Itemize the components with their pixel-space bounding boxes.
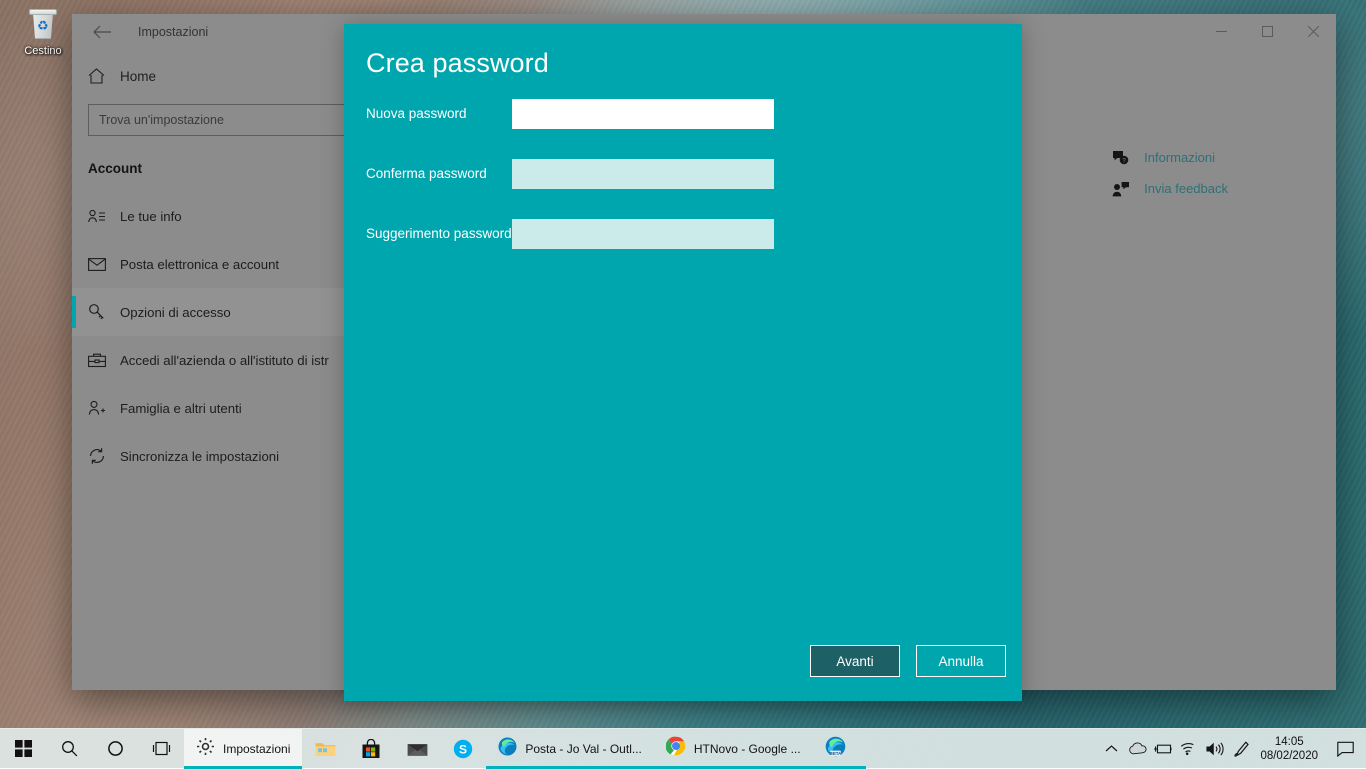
create-password-dialog: Crea password Nuova password Conferma pa…: [344, 24, 1022, 701]
window-title: Impostazioni: [138, 25, 208, 39]
wifi-icon[interactable]: [1176, 729, 1202, 769]
cortana-circle-icon[interactable]: [92, 729, 138, 769]
sidebar-item-sync-settings[interactable]: Sincronizza le impostazioni: [72, 432, 372, 480]
key-icon: [88, 303, 120, 321]
help-panel: ? Informazioni Invia feedback: [1112, 142, 1228, 204]
sidebar-item-family-other-users[interactable]: Famiglia e altri utenti: [72, 384, 372, 432]
pen-ink-icon[interactable]: [1228, 729, 1254, 769]
sidebar-section-title: Account: [72, 136, 372, 180]
sidebar-item-label: Le tue info: [120, 209, 182, 224]
desktop-icon-recycle-bin[interactable]: ♻ Cestino: [8, 6, 78, 57]
taskbar: Impostazioni S: [0, 728, 1366, 768]
help-link-informazioni[interactable]: ? Informazioni: [1112, 142, 1228, 173]
notification-icon[interactable]: [1328, 729, 1362, 769]
back-arrow-icon[interactable]: [80, 16, 124, 48]
cancel-button[interactable]: Annulla: [916, 645, 1006, 677]
taskbar-pin-file-explorer[interactable]: [302, 729, 348, 769]
svg-text:BETA: BETA: [829, 750, 841, 755]
taskbar-app-label: Posta - Jo Val - Outl...: [525, 742, 641, 756]
edge-icon: [498, 737, 517, 761]
gear-icon: [196, 737, 215, 761]
taskbar-pin-mail[interactable]: [394, 729, 440, 769]
close-icon[interactable]: [1290, 14, 1336, 48]
confirm-password-label: Conferma password: [366, 159, 512, 184]
field-row-password-hint: Suggerimento password: [366, 219, 1006, 249]
new-password-input[interactable]: [512, 99, 774, 129]
sidebar-home-label: Home: [120, 69, 156, 84]
sidebar-item-home[interactable]: Home: [72, 56, 372, 96]
minimize-icon[interactable]: [1198, 14, 1244, 48]
onedrive-cloud-icon[interactable]: [1124, 729, 1150, 769]
dialog-title: Crea password: [366, 48, 549, 79]
recycle-bin-icon: ♻: [26, 8, 60, 42]
password-hint-label: Suggerimento password: [366, 219, 512, 244]
sidebar-item-label: Accedi all'azienda o all'istituto di ist…: [120, 353, 329, 368]
sidebar-item-label: Posta elettronica e account: [120, 257, 279, 272]
help-link-invia-feedback[interactable]: Invia feedback: [1112, 173, 1228, 204]
clock-time: 14:05: [1260, 735, 1318, 749]
confirm-password-input[interactable]: [512, 159, 774, 189]
dialog-buttons: Avanti Annulla: [810, 645, 1006, 677]
battery-icon[interactable]: [1150, 729, 1176, 769]
chrome-icon: [666, 736, 686, 761]
taskbar-pin-microsoft-store[interactable]: [348, 729, 394, 769]
taskbar-app-impostazioni[interactable]: Impostazioni: [184, 729, 302, 769]
maximize-icon[interactable]: [1244, 14, 1290, 48]
taskbar-pin-skype[interactable]: S: [440, 729, 486, 769]
add-person-icon: [88, 400, 120, 416]
taskbar-app-posta-outlook[interactable]: Posta - Jo Val - Outl...: [486, 729, 653, 769]
field-row-new-password: Nuova password: [366, 99, 1006, 129]
chevron-up-icon[interactable]: [1098, 729, 1124, 769]
help-link-label: Informazioni: [1144, 150, 1215, 165]
person-info-icon: [88, 209, 120, 223]
sync-icon: [88, 447, 120, 465]
window-caption-buttons: [1198, 14, 1336, 48]
question-bubble-icon: ?: [1112, 150, 1132, 166]
edge-beta-icon: BETA: [825, 736, 846, 762]
taskbar-app-edge-beta[interactable]: BETA: [813, 729, 866, 769]
sidebar-item-access-work-school[interactable]: Accedi all'azienda o all'istituto di ist…: [72, 336, 372, 384]
sidebar-item-sign-in-options[interactable]: Opzioni di accesso: [72, 288, 372, 336]
sidebar-item-your-info[interactable]: Le tue info: [72, 192, 372, 240]
sidebar-search-wrap: Trova un'impostazione: [72, 96, 372, 136]
search-icon[interactable]: [46, 729, 92, 769]
settings-sidebar: Home Trova un'impostazione Account Le: [72, 50, 372, 690]
feedback-person-icon: [1112, 181, 1132, 197]
clock-date: 08/02/2020: [1260, 749, 1318, 763]
taskbar-app-chrome[interactable]: HTNovo - Google ...: [654, 729, 813, 769]
search-input[interactable]: Trova un'impostazione: [88, 104, 358, 136]
home-icon: [88, 68, 120, 84]
field-row-confirm-password: Conferma password: [366, 159, 1006, 189]
windows-start-icon[interactable]: [0, 729, 46, 769]
svg-text:S: S: [459, 742, 467, 756]
mail-icon: [88, 258, 120, 271]
new-password-label: Nuova password: [366, 99, 512, 124]
system-tray: 14:05 08/02/2020: [1098, 729, 1366, 769]
password-hint-input[interactable]: [512, 219, 774, 249]
taskbar-clock[interactable]: 14:05 08/02/2020: [1254, 735, 1328, 763]
sidebar-item-label: Famiglia e altri utenti: [120, 401, 242, 416]
taskbar-app-label: HTNovo - Google ...: [694, 742, 801, 756]
desktop-icon-label: Cestino: [8, 45, 78, 57]
sidebar-item-email-accounts[interactable]: Posta elettronica e account: [72, 240, 372, 288]
taskbar-app-label: Impostazioni: [223, 742, 290, 756]
next-button[interactable]: Avanti: [810, 645, 900, 677]
volume-icon[interactable]: [1202, 729, 1228, 769]
search-placeholder: Trova un'impostazione: [99, 113, 224, 127]
sidebar-item-label: Sincronizza le impostazioni: [120, 449, 279, 464]
sidebar-item-label: Opzioni di accesso: [120, 305, 231, 320]
task-view-icon[interactable]: [138, 729, 184, 769]
briefcase-icon: [88, 353, 120, 368]
help-link-label: Invia feedback: [1144, 181, 1228, 196]
sidebar-nav-list: Le tue info Posta elettronica e account: [72, 192, 372, 480]
